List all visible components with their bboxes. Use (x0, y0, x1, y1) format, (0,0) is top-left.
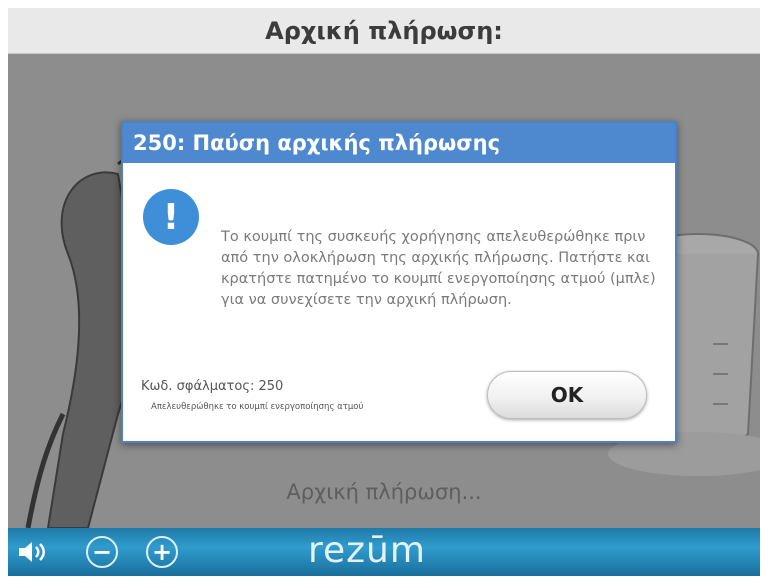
alert-icon: ! (143, 189, 199, 245)
dialog-title: 250: Παύση αρχικής πλήρωσης (133, 131, 501, 155)
error-detail: Απελευθερώθηκε το κουμπί ενεργοποίησης α… (151, 402, 364, 412)
dialog-titlebar: 250: Παύση αρχικής πλήρωσης (123, 123, 675, 163)
exclamation-glyph: ! (162, 196, 180, 238)
modal-overlay: 250: Παύση αρχικής πλήρωσης ! Το κουμπί … (0, 0, 768, 582)
ok-button-label: OK (550, 383, 584, 407)
error-dialog: 250: Παύση αρχικής πλήρωσης ! Το κουμπί … (121, 121, 677, 443)
error-code: Κωδ. σφάλματος: 250 (141, 379, 284, 394)
ok-button[interactable]: OK (487, 371, 647, 419)
dialog-message: Το κουμπί της συσκευής χορήγησης απελευθ… (221, 229, 656, 308)
